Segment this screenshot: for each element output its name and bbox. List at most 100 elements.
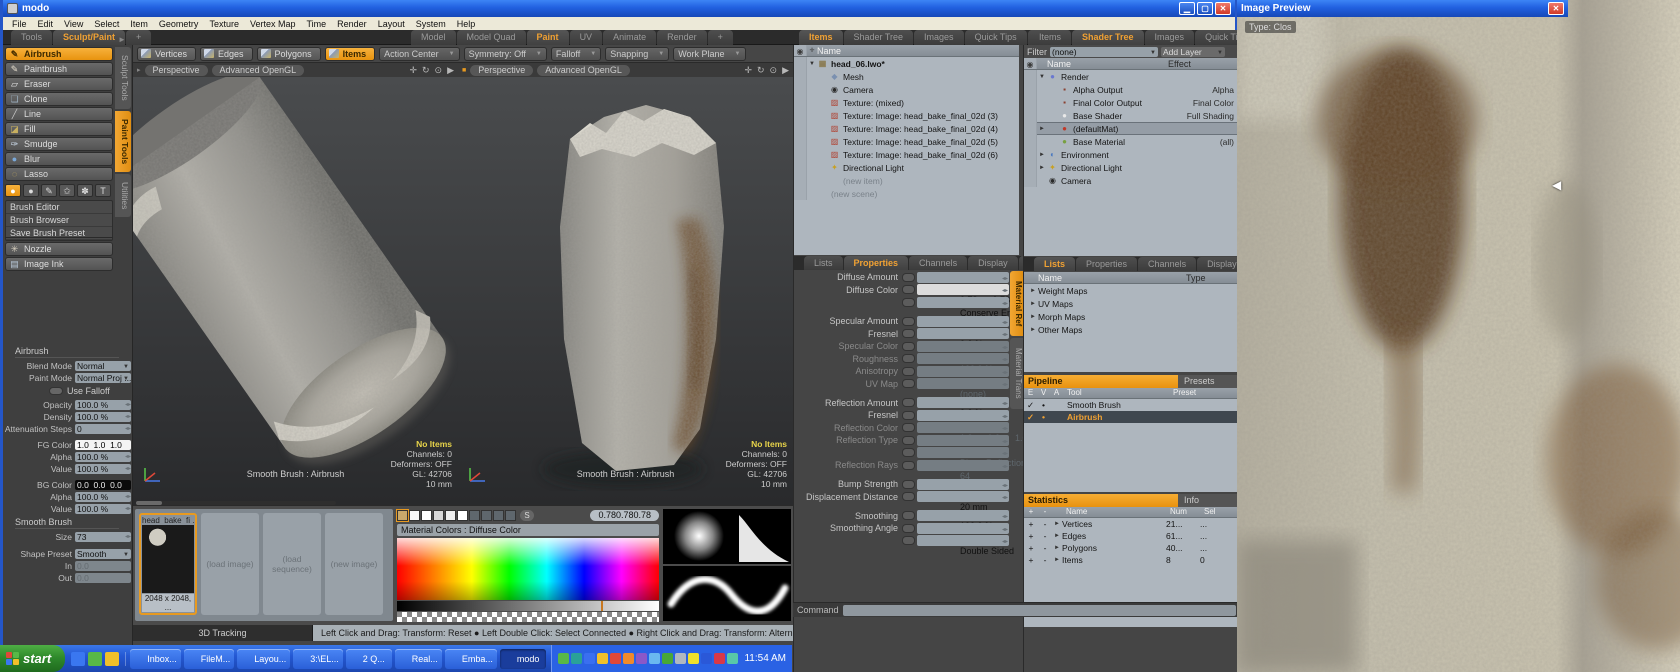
tray-icon[interactable] <box>571 653 582 664</box>
channel-toggle-icon[interactable] <box>902 367 915 376</box>
visibility-cell[interactable]: ◉ <box>1024 161 1037 174</box>
fg-color-field[interactable]: 1.0 1.0 1.0 <box>75 440 131 450</box>
preview-type-label[interactable]: Type: Clos <box>1245 21 1296 33</box>
bg-color-field[interactable]: 0.0 0.0 0.0 <box>75 480 131 490</box>
color-value-chip[interactable]: 0.780.780.78 <box>590 510 659 521</box>
stepper-icon[interactable]: ◂▸ <box>1002 481 1008 492</box>
property-field[interactable]: Full Scene◂▸ <box>917 435 1009 446</box>
list-item[interactable]: ► Other Maps <box>1024 323 1238 336</box>
expand-arrow-icon[interactable]: ▼ <box>1037 74 1047 80</box>
arrow-icon[interactable]: ▶ <box>447 65 454 76</box>
tray-icon[interactable] <box>623 653 634 664</box>
selection-mode-button[interactable]: Vertices <box>137 47 196 61</box>
channel-toggle-icon[interactable] <box>902 423 915 432</box>
property-field[interactable]: 100.0 %◂▸ <box>917 510 1009 521</box>
stepper-icon[interactable]: ◂▸ <box>1002 462 1008 473</box>
list-item[interactable]: ► Morph Maps <box>1024 310 1238 323</box>
tool-button[interactable]: Smudge <box>5 137 113 151</box>
toolbar-dropdown[interactable]: Falloff▼ <box>551 47 601 61</box>
property-field[interactable]: 1.0 1.0 1.0◂▸ <box>917 422 1009 433</box>
expand-arrow-icon[interactable]: ► <box>1052 545 1062 551</box>
color-swatch[interactable] <box>409 510 420 521</box>
task-button[interactable]: 3:\EL... <box>293 649 343 669</box>
visibility-cell[interactable]: ◉ <box>794 109 807 122</box>
color-picker-label[interactable]: Material Colors : Diffuse Color <box>397 524 659 536</box>
statistics-row[interactable]: + - ► Items 8 0 <box>1024 554 1238 566</box>
stepper-icon[interactable]: ◂▸ <box>1002 330 1008 341</box>
stepper-icon[interactable]: ◂▸ <box>1002 449 1008 460</box>
brush-link[interactable]: Brush Editor <box>6 201 112 214</box>
viewport-renderer-select[interactable]: Advanced OpenGL <box>212 65 305 76</box>
panel-tab[interactable]: Shader Tree <box>844 30 914 45</box>
material-side-tab[interactable]: Material Trans <box>1010 338 1023 409</box>
selection-mode-button[interactable]: Edges <box>200 47 253 61</box>
toolbar-dropdown[interactable]: Snapping▼ <box>605 47 669 61</box>
property-field[interactable]: Double Sided◂▸ <box>917 535 1009 546</box>
color-swatch[interactable] <box>421 510 432 521</box>
visibility-cell[interactable]: ◉ <box>794 122 807 135</box>
property-field[interactable]: Blurry Reflection◂▸ <box>917 447 1009 458</box>
collapse-minus[interactable]: - <box>1038 543 1052 553</box>
value-field[interactable]: 0.0 <box>75 573 131 583</box>
swatch-s-button[interactable]: S <box>520 510 534 521</box>
tool-button[interactable]: Lasso <box>5 167 113 181</box>
viewport-view-select[interactable]: Perspective <box>470 65 533 76</box>
statistics-row[interactable]: + - ► Polygons 40... ... <box>1024 542 1238 554</box>
channel-toggle-icon[interactable] <box>902 298 915 307</box>
visibility-cell[interactable]: ◉ <box>794 70 807 83</box>
channel-toggle-icon[interactable] <box>902 536 915 545</box>
property-field[interactable]: 0.78 0.78 0.78◂▸ <box>917 284 1009 295</box>
menu-item[interactable]: Item <box>125 19 153 29</box>
image-slot[interactable]: (load sequence) <box>263 513 321 615</box>
layout-tab[interactable]: UV <box>570 30 603 45</box>
tool-button[interactable]: Nozzle <box>5 242 113 256</box>
expand-arrow-icon[interactable]: ► <box>1037 165 1047 171</box>
item-tree-row[interactable]: ◉ (new item) <box>794 174 1019 187</box>
stepper-icon[interactable]: ◂▸ <box>1002 412 1008 423</box>
sidebar-vertical-tab[interactable]: Utilities <box>115 174 131 217</box>
material-side-tab[interactable]: Material Ref <box>1010 271 1023 336</box>
visibility-cell[interactable]: ◉ <box>1024 83 1037 96</box>
stepper-icon[interactable]: ◂▸ <box>125 504 131 514</box>
tray-icon[interactable] <box>649 653 660 664</box>
menu-item[interactable]: Time <box>301 19 331 29</box>
visibility-cell[interactable]: ◉ <box>1024 96 1037 109</box>
stepper-icon[interactable]: ◂▸ <box>125 400 131 410</box>
shader-tree-row[interactable]: ◉ Final Color Output Final Color <box>1024 96 1238 109</box>
image-thumbnail-selected[interactable]: head_bake_fi ... 2048 x 2048, ... <box>139 513 197 615</box>
menu-item[interactable]: Select <box>89 19 124 29</box>
visibility-cell[interactable]: ◉ <box>1024 70 1037 83</box>
orbit-icon[interactable]: ↻ <box>422 65 430 76</box>
maximize-button[interactable]: ▢ <box>1197 2 1213 15</box>
menu-item[interactable]: Layout <box>373 19 410 29</box>
tray-icon[interactable] <box>701 653 712 664</box>
visibility-cell[interactable]: ◉ <box>1024 122 1037 135</box>
luminance-slider[interactable] <box>397 601 659 611</box>
expand-arrow-icon[interactable]: ► <box>1037 126 1047 132</box>
section-header[interactable]: Smooth Brush <box>15 517 119 529</box>
layout-tab[interactable]: + <box>126 30 151 45</box>
shader-tree-row[interactable]: ◉ ▼ Render <box>1024 70 1238 83</box>
property-field[interactable]: 100.0 %◂▸ <box>917 353 1009 364</box>
visibility-cell[interactable]: ◉ <box>1024 109 1037 122</box>
shader-tree-row[interactable]: ◉ ► Directional Light <box>1024 161 1238 174</box>
filter-select[interactable]: (none) <box>1050 47 1158 57</box>
expand-plus[interactable]: + <box>1024 531 1038 541</box>
panel-tab[interactable]: Items <box>799 30 843 45</box>
color-swatch[interactable] <box>481 510 492 521</box>
shader-tree-row[interactable]: ◉ ► Environment <box>1024 148 1238 161</box>
color-swatch[interactable] <box>397 510 408 521</box>
name-column-header[interactable]: Name <box>1038 273 1062 283</box>
channel-toggle-icon[interactable] <box>902 448 915 457</box>
image-slot[interactable]: (load image) <box>201 513 259 615</box>
property-field[interactable]: 64◂▸ <box>917 460 1009 471</box>
tool-button[interactable]: Eraser <box>5 77 113 91</box>
channel-toggle-icon[interactable] <box>902 342 915 351</box>
shader-tree-row[interactable]: ◉ Base Material (all) <box>1024 135 1238 148</box>
selection-mode-button[interactable]: Polygons <box>257 47 321 61</box>
collapse-minus[interactable]: - <box>1038 531 1052 541</box>
viewport-1[interactable]: ▸ Perspective Advanced OpenGL ✛ ↻ ⊙ ▶ <box>133 63 458 505</box>
panel-tab[interactable]: Shader Tree <box>1072 30 1144 45</box>
shader-effect-value[interactable]: Alpha <box>1212 85 1238 95</box>
layout-tab[interactable]: Model <box>411 30 456 45</box>
